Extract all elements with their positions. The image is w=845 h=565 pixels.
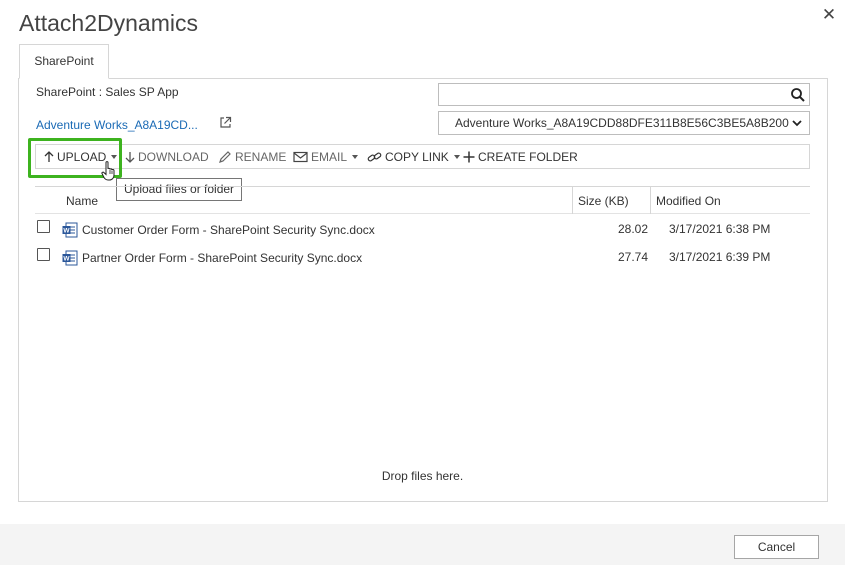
email-label: EMAIL bbox=[311, 150, 348, 164]
row-checkbox[interactable] bbox=[37, 248, 50, 261]
word-doc-icon: W bbox=[62, 250, 78, 266]
copy-link-label: COPY LINK bbox=[385, 150, 449, 164]
column-header-name[interactable]: Name bbox=[66, 194, 98, 208]
open-external-icon[interactable] bbox=[219, 116, 232, 129]
folder-select-value: Adventure Works_A8A19CDD88DFE311B8E56C3B… bbox=[455, 116, 789, 130]
sharepoint-panel bbox=[18, 78, 828, 502]
search-input[interactable] bbox=[438, 83, 810, 106]
arrow-down-icon bbox=[125, 152, 135, 163]
drop-zone-text[interactable]: Drop files here. bbox=[0, 469, 845, 483]
chevron-down-icon bbox=[792, 120, 802, 127]
column-header-modified[interactable]: Modified On bbox=[656, 194, 721, 208]
sharepoint-site-label: SharePoint : Sales SP App bbox=[36, 85, 179, 99]
copy-link-button[interactable]: COPY LINK bbox=[367, 150, 460, 164]
file-size: 27.74 bbox=[617, 250, 648, 264]
folder-link[interactable]: Adventure Works_A8A19CD... bbox=[36, 118, 198, 132]
caret-down-icon bbox=[453, 155, 460, 159]
download-label: DOWNLOAD bbox=[138, 150, 209, 164]
create-folder-label: CREATE FOLDER bbox=[478, 150, 578, 164]
close-icon[interactable]: ✕ bbox=[820, 6, 838, 24]
plus-icon bbox=[463, 151, 475, 163]
dialog-title: Attach2Dynamics bbox=[19, 10, 198, 36]
dialog-footer bbox=[0, 524, 845, 565]
column-header-size[interactable]: Size (KB) bbox=[578, 194, 629, 208]
svg-text:W: W bbox=[63, 256, 70, 263]
create-folder-button[interactable]: CREATE FOLDER bbox=[463, 150, 578, 164]
pencil-icon bbox=[219, 151, 231, 163]
cancel-button[interactable]: Cancel bbox=[734, 535, 819, 559]
column-separator bbox=[572, 187, 573, 214]
file-name[interactable]: Customer Order Form - SharePoint Securit… bbox=[82, 223, 375, 237]
svg-text:W: W bbox=[63, 228, 70, 235]
word-doc-icon: W bbox=[62, 222, 78, 238]
folder-select[interactable]: Adventure Works_A8A19CDD88DFE311B8E56C3B… bbox=[438, 111, 810, 135]
tab-sharepoint[interactable]: SharePoint bbox=[19, 44, 109, 79]
caret-down-icon bbox=[352, 155, 359, 159]
search-icon[interactable] bbox=[790, 87, 806, 103]
file-name[interactable]: Partner Order Form - SharePoint Security… bbox=[82, 251, 362, 265]
download-button[interactable]: DOWNLOAD bbox=[125, 150, 209, 164]
hand-pointer-icon bbox=[101, 161, 115, 181]
row-checkbox[interactable] bbox=[37, 220, 50, 233]
rename-label: RENAME bbox=[235, 150, 287, 164]
column-separator bbox=[650, 187, 651, 214]
link-icon bbox=[367, 152, 382, 162]
file-size: 28.02 bbox=[617, 222, 648, 236]
email-button[interactable]: EMAIL bbox=[293, 150, 359, 164]
file-modified: 3/17/2021 6:38 PM bbox=[669, 222, 771, 236]
rename-button[interactable]: RENAME bbox=[218, 150, 286, 164]
envelope-icon bbox=[293, 151, 308, 163]
file-modified: 3/17/2021 6:39 PM bbox=[669, 250, 771, 264]
